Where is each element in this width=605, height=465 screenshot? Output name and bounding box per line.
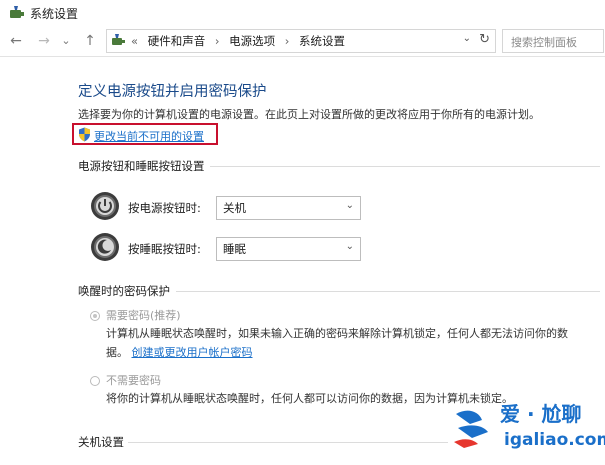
breadcrumb-power-options[interactable]: 电源选项 [229, 34, 275, 48]
require-password-description-cont: 据。 创建或更改用户帐户密码 [106, 344, 253, 360]
back-icon[interactable]: ← [8, 32, 24, 50]
sleep-button-action-value: 睡眠 [223, 242, 246, 256]
power-button-label: 按电源按钮时: [128, 201, 201, 215]
require-password-radio[interactable] [90, 311, 100, 321]
address-dropdown-icon[interactable]: ⌄ [463, 33, 471, 44]
uac-shield-icon [79, 127, 90, 142]
require-password-label: 需要密码(推荐) [106, 309, 181, 322]
change-unavailable-settings-link[interactable]: 更改当前不可用的设置 [94, 128, 204, 144]
watermark-url: igaliao.com [504, 430, 605, 450]
breadcrumb-hardware-sound[interactable]: 硬件和声音 [148, 34, 206, 48]
create-change-password-link[interactable]: 创建或更改用户帐户密码 [132, 346, 253, 359]
sleep-button-action-select[interactable]: 睡眠 ⌄ [216, 237, 361, 261]
section-divider [176, 291, 600, 292]
navigation-bar: ← → ⌄ ↑ « 硬件和声音 › 电源选项 › 系统设置 ⌄ ↻ 搜索控制面板 [0, 26, 605, 57]
refresh-icon[interactable]: ↻ [479, 32, 490, 47]
control-panel-icon [112, 34, 125, 45]
page-title: 定义电源按钮并启用密码保护 [78, 84, 267, 100]
power-button-action-value: 关机 [223, 201, 246, 215]
sleep-button-icon [91, 233, 119, 261]
address-bar[interactable]: « 硬件和声音 › 电源选项 › 系统设置 ⌄ ↻ [106, 29, 496, 53]
title-bar: 系统设置 [0, 0, 605, 26]
window-title: 系统设置 [30, 7, 79, 21]
breadcrumb-system-settings[interactable]: 系统设置 [299, 34, 345, 48]
sleep-button-label: 按睡眠按钮时: [128, 242, 201, 256]
change-settings-highlight: 更改当前不可用的设置 [72, 123, 218, 145]
require-password-description-end: 据。 [106, 346, 128, 359]
shutdown-section-heading: 关机设置 [78, 435, 124, 449]
no-password-label: 不需要密码 [106, 374, 161, 387]
no-password-radio[interactable] [90, 376, 100, 386]
breadcrumb-separator-icon: › [284, 34, 290, 48]
chevron-down-icon: ⌄ [345, 200, 354, 211]
breadcrumb-separator-icon: › [214, 34, 220, 48]
chevron-down-icon: ⌄ [345, 241, 354, 252]
forward-icon[interactable]: → [36, 32, 52, 50]
power-options-icon [10, 6, 24, 18]
recent-locations-icon[interactable]: ⌄ [58, 32, 74, 50]
breadcrumb: « 硬件和声音 › 电源选项 › 系统设置 [131, 33, 351, 49]
power-buttons-section-heading: 电源按钮和睡眠按钮设置 [78, 159, 205, 173]
search-input[interactable]: 搜索控制面板 [502, 29, 604, 53]
watermark-text: 爱 · 尬聊 [500, 402, 582, 426]
site-watermark: 爱 · 尬聊 igaliao.com [448, 398, 605, 458]
watermark-logo-icon [454, 410, 488, 448]
power-button-icon [91, 192, 119, 220]
breadcrumb-overflow[interactable]: « [131, 34, 138, 48]
search-placeholder: 搜索控制面板 [511, 36, 577, 49]
up-icon[interactable]: ↑ [82, 32, 98, 50]
section-divider [210, 166, 600, 167]
power-button-action-select[interactable]: 关机 ⌄ [216, 196, 361, 220]
section-divider [128, 442, 448, 443]
page-description: 选择要为你的计算机设置的电源设置。在此页上对设置所做的更改将应用于你所有的电源计… [78, 108, 540, 121]
require-password-description: 计算机从睡眠状态唤醒时，如果未输入正确的密码来解除计算机锁定，任何人都无法访问你… [106, 327, 568, 340]
wake-password-section-heading: 唤醒时的密码保护 [78, 284, 170, 298]
